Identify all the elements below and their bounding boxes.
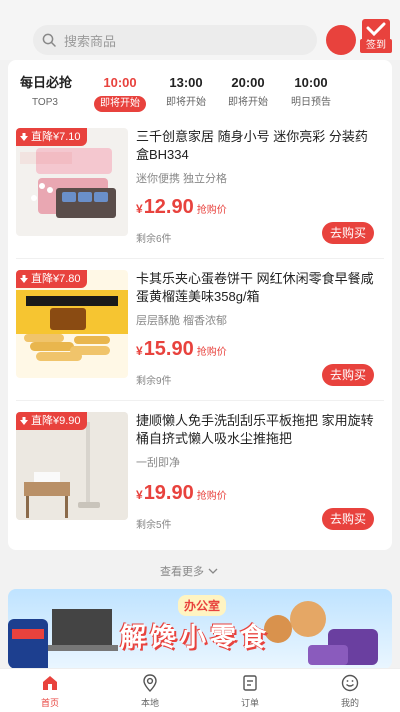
nav-item-orders[interactable]: 订单 bbox=[220, 673, 280, 709]
currency-symbol: ¥ bbox=[136, 202, 143, 216]
location-icon bbox=[143, 674, 157, 692]
flash-sale-heading: 每日必抢 bbox=[20, 75, 73, 90]
product-image: 直降¥9.90 bbox=[16, 412, 128, 520]
price-label: 抢购价 bbox=[196, 347, 227, 358]
product-item[interactable]: 直降¥7.80 卡其乐夹心蛋卷饼干 网红休闲零食早餐咸蛋黄榴莲美味358g/箱 … bbox=[8, 270, 392, 408]
tab-slot-2[interactable]: 13:00 即将开始 bbox=[158, 74, 214, 110]
product-image: 直降¥7.10 bbox=[16, 128, 128, 236]
checkin-label: 签到 bbox=[360, 39, 392, 53]
slot-status: 即将开始 bbox=[228, 97, 268, 108]
bottom-nav: 首页 本地 订单 我的 bbox=[0, 668, 400, 712]
flash-sale-card: 每日必抢 TOP3 10:00 即将开始 13:00 即将开始 20:00 即将… bbox=[8, 60, 392, 550]
see-more-link[interactable]: 查看更多 bbox=[160, 563, 219, 579]
home-icon bbox=[43, 676, 57, 690]
discount-text: 直降¥7.10 bbox=[31, 131, 81, 143]
flash-sale-subtitle: TOP3 bbox=[32, 97, 58, 108]
slot-time: 20:00 bbox=[231, 75, 265, 90]
buy-button[interactable]: 去购买 bbox=[322, 508, 374, 530]
product-image: 直降¥7.80 bbox=[16, 270, 128, 378]
slot-status: 即将开始 bbox=[94, 96, 146, 112]
nav-item-profile[interactable]: 我的 bbox=[320, 673, 380, 709]
search-input[interactable]: 搜索商品 bbox=[33, 25, 317, 55]
nav-label: 我的 bbox=[340, 698, 359, 708]
discount-text: 直降¥7.80 bbox=[31, 273, 81, 285]
chevron-down-icon bbox=[208, 568, 218, 574]
banner-badge: 办公室 bbox=[178, 595, 227, 616]
product-price: ¥19.90 抢购价 bbox=[136, 482, 227, 505]
nav-label: 本地 bbox=[140, 698, 159, 708]
product-item[interactable]: 直降¥7.10 三千创意家居 随身小号 迷你亮彩 分装药盒BH334 迷你便携 … bbox=[8, 128, 392, 266]
slot-time: 10:00 bbox=[294, 75, 328, 90]
discount-text: 直降¥9.90 bbox=[31, 415, 81, 427]
divider bbox=[16, 258, 384, 259]
price-value: 12.90 bbox=[143, 196, 194, 218]
product-price: ¥12.90 抢购价 bbox=[136, 196, 227, 219]
nav-label: 订单 bbox=[240, 698, 259, 708]
product-tags: 层层酥脆 榴香浓郁 bbox=[136, 315, 228, 327]
product-title: 捷顺懒人免手洗刮刮乐平板拖把 家用旋转桶自挤式懒人吸水尘推拖把 bbox=[136, 413, 374, 446]
currency-symbol: ¥ bbox=[136, 488, 143, 502]
slot-time: 10:00 bbox=[103, 75, 137, 90]
product-title: 三千创意家居 随身小号 迷你亮彩 分装药盒BH334 bbox=[136, 129, 368, 162]
arrow-down-icon bbox=[20, 133, 28, 141]
discount-badge: 直降¥9.90 bbox=[16, 412, 87, 430]
flash-sale-title: 每日必抢 TOP3 bbox=[20, 74, 72, 110]
price-value: 19.90 bbox=[143, 482, 194, 504]
see-more-label: 查看更多 bbox=[160, 566, 204, 578]
product-item[interactable]: 直降¥9.90 捷顺懒人免手洗刮刮乐平板拖把 家用旋转桶自挤式懒人吸水尘推拖把 … bbox=[8, 412, 392, 550]
search-placeholder: 搜索商品 bbox=[64, 33, 117, 49]
price-label: 抢购价 bbox=[196, 205, 227, 216]
tab-slot-1[interactable]: 10:00 即将开始 bbox=[92, 74, 148, 112]
discount-badge: 直降¥7.10 bbox=[16, 128, 87, 146]
slot-status: 明日预告 bbox=[291, 97, 331, 108]
slot-time: 13:00 bbox=[169, 75, 203, 90]
tab-slot-3[interactable]: 20:00 即将开始 bbox=[220, 74, 276, 110]
message-button[interactable] bbox=[326, 25, 356, 55]
product-price: ¥15.90 抢购价 bbox=[136, 338, 227, 361]
arrow-down-icon bbox=[20, 417, 28, 425]
stock-remaining: 剩余6件 bbox=[136, 234, 172, 245]
profile-icon bbox=[341, 674, 359, 692]
slot-status: 即将开始 bbox=[166, 97, 206, 108]
price-value: 15.90 bbox=[143, 338, 194, 360]
stock-remaining: 剩余9件 bbox=[136, 376, 172, 387]
stock-remaining: 剩余5件 bbox=[136, 520, 172, 531]
promo-banner[interactable]: 办公室 解馋小零食 bbox=[8, 589, 392, 669]
discount-badge: 直降¥7.80 bbox=[16, 270, 87, 288]
nav-label: 首页 bbox=[40, 698, 59, 708]
buy-button[interactable]: 去购买 bbox=[322, 222, 374, 244]
price-label: 抢购价 bbox=[196, 491, 227, 502]
search-icon bbox=[42, 33, 56, 47]
flash-sale-tabs: 每日必抢 TOP3 10:00 即将开始 13:00 即将开始 20:00 即将… bbox=[8, 60, 392, 118]
nav-item-home[interactable]: 首页 bbox=[20, 673, 80, 709]
banner-title: 解馋小零食 bbox=[120, 622, 271, 652]
arrow-down-icon bbox=[20, 275, 28, 283]
product-title: 卡其乐夹心蛋卷饼干 网红休闲零食早餐咸蛋黄榴莲美味358g/箱 bbox=[136, 271, 374, 304]
header: 搜索商品 签到 bbox=[0, 0, 400, 60]
order-icon bbox=[243, 675, 257, 691]
currency-symbol: ¥ bbox=[136, 344, 143, 358]
product-tags: 迷你便携 独立分格 bbox=[136, 173, 228, 185]
divider bbox=[16, 400, 384, 401]
tab-slot-4[interactable]: 10:00 明日预告 bbox=[280, 74, 342, 110]
product-tags: 一刮即净 bbox=[136, 457, 180, 469]
nav-item-local[interactable]: 本地 bbox=[120, 673, 180, 709]
buy-button[interactable]: 去购买 bbox=[322, 364, 374, 386]
checkin-button[interactable]: 签到 bbox=[360, 19, 392, 55]
